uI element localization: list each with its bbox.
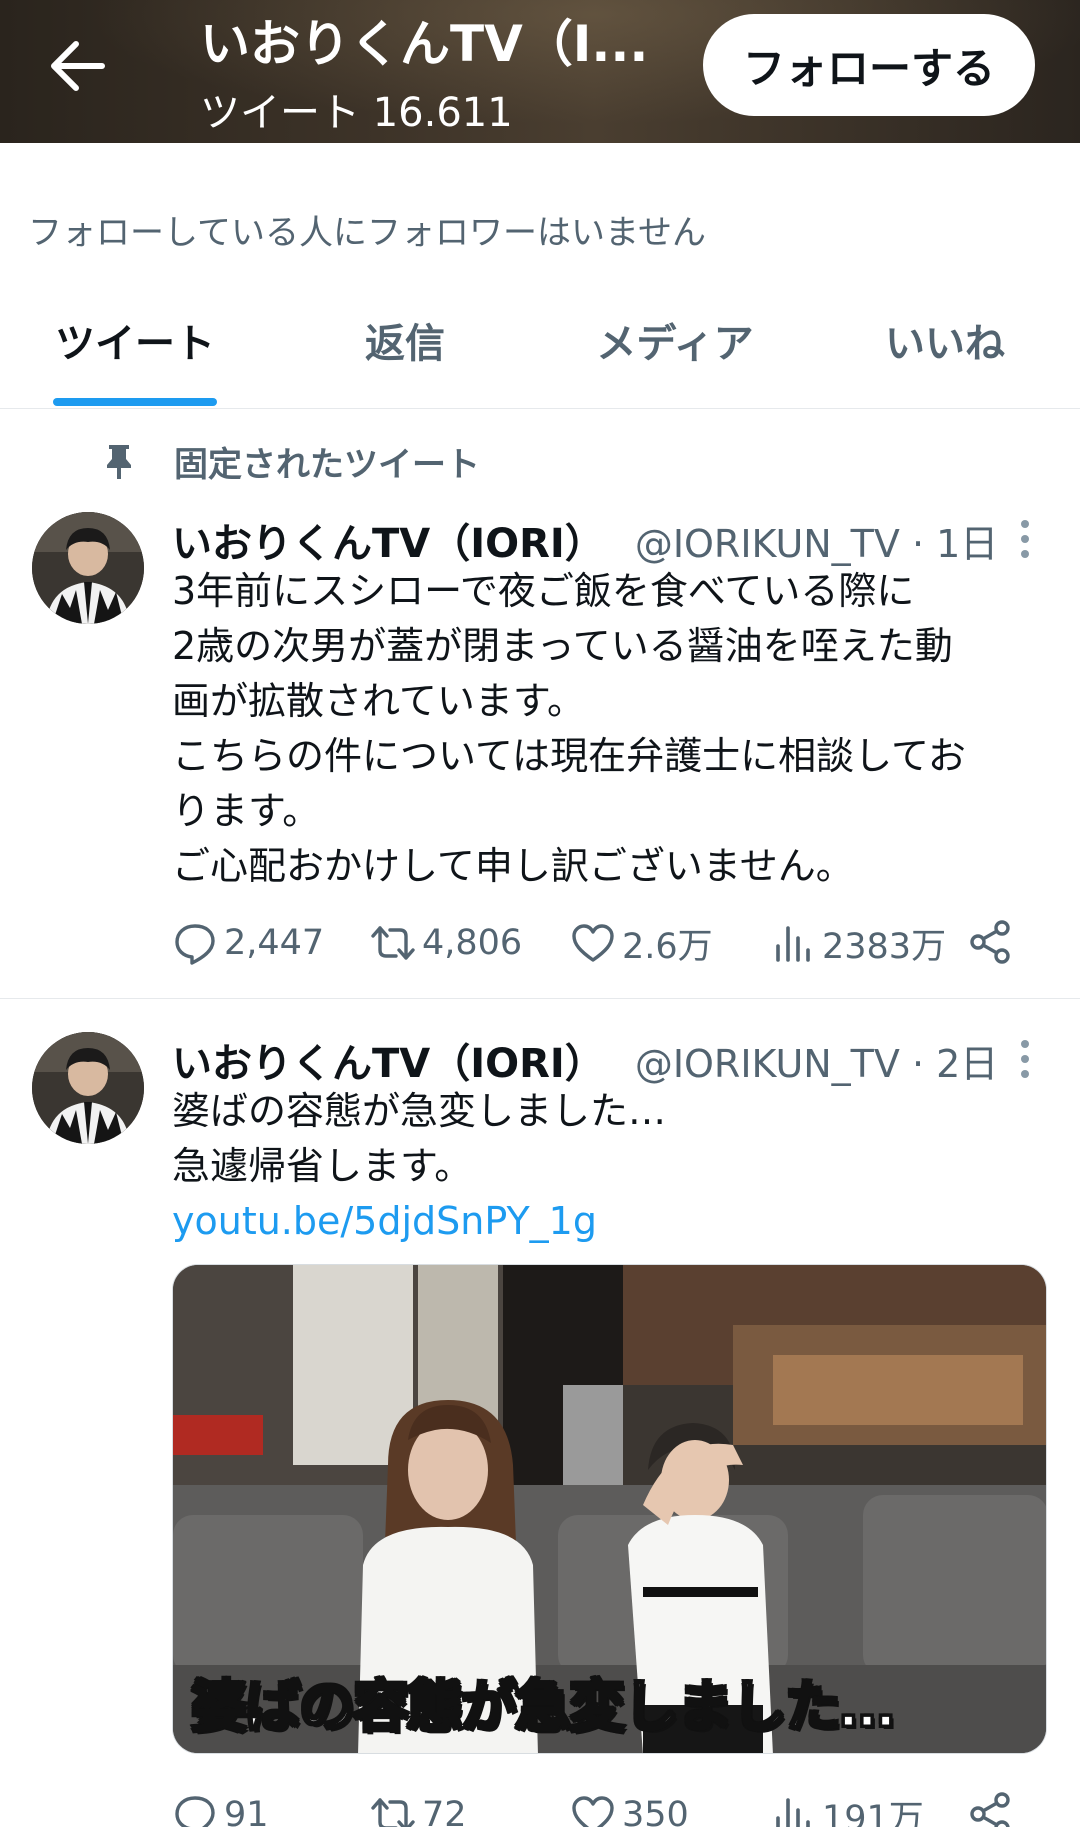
video-thumbnail[interactable]: 婆ばの容態が急変しました…: [172, 1264, 1047, 1754]
like-count: 2.6万: [622, 926, 713, 967]
pin-icon: [107, 445, 131, 479]
reply-icon: [175, 1796, 215, 1827]
author-name[interactable]: いおりくんTV（IORI）: [172, 1031, 605, 1089]
profile-title: いおりくんTV（I...: [200, 15, 649, 73]
video-caption: 婆ばの容態が急変しました…: [190, 1674, 897, 1742]
tweet-line: ります。: [172, 789, 321, 833]
retweet-count: 72: [422, 1795, 467, 1827]
tab-media[interactable]: メディア: [540, 312, 810, 408]
tweet-count: ツイート 16.611: [200, 90, 513, 136]
author-handle-time: @IORIKUN_TV · 2日: [634, 1041, 999, 1086]
views-icon: [776, 1798, 810, 1827]
share-icon: [970, 920, 1010, 964]
retweet-icon: [371, 926, 415, 960]
tweet-line: 3年前にスシローで夜ご飯を食べている際に: [172, 569, 915, 613]
retweet-count: 4,806: [422, 923, 523, 963]
share-icon: [970, 1792, 1010, 1827]
tweet-link[interactable]: youtu.be/5djdSnPY_1g: [172, 1194, 666, 1249]
divider: [0, 408, 1080, 409]
share-button[interactable]: [966, 918, 1014, 966]
like-count: 350: [622, 1795, 689, 1827]
divider: [0, 998, 1080, 999]
share-button[interactable]: [966, 1790, 1014, 1827]
tab-label: メディア: [596, 321, 754, 367]
tweet-line: 急遽帰省します。: [172, 1144, 473, 1188]
tweet-actions: 91 72 350 191万: [172, 1788, 1022, 1827]
more-vertical-icon: [1021, 520, 1029, 558]
author-name[interactable]: いおりくんTV（IORI）: [172, 511, 605, 569]
follow-button[interactable]: フォローする: [703, 14, 1035, 116]
reply-button[interactable]: 2,447: [172, 916, 324, 970]
views-button[interactable]: 2383万: [770, 916, 946, 970]
author-handle-time: @IORIKUN_TV · 1日: [634, 521, 999, 566]
tweet-text: 婆ばの容態が急変しました… 急遽帰省します。 youtu.be/5djdSnPY…: [172, 1084, 666, 1249]
profile-header: いおりくんTV（I... ツイート 16.611 フォローする: [0, 0, 1080, 143]
heart-icon: [572, 924, 614, 962]
tweet-actions: 2,447 4,806 2.6万 2383万: [172, 916, 1022, 970]
tab-label: 返信: [365, 321, 445, 367]
more-options-button[interactable]: [1010, 1034, 1040, 1084]
more-options-button[interactable]: [1010, 514, 1040, 564]
reply-count: 2,447: [224, 923, 325, 963]
views-icon: [776, 926, 810, 962]
view-count: 191万: [822, 1798, 924, 1827]
tweet-line: ご心配おかけして申し訳ございません。: [172, 844, 854, 888]
tweet-header: いおりくんTV（IORI） @IORIKUN_TV · 1日: [172, 510, 998, 570]
tweet[interactable]: いおりくんTV（IORI） @IORIKUN_TV · 1日 3年前にスシローで…: [0, 510, 1080, 1000]
tweet-line: 婆ばの容態が急変しました…: [172, 1089, 667, 1133]
reply-count: 91: [224, 1795, 269, 1827]
heart-icon: [572, 1796, 614, 1827]
tweet-line: 2歳の次男が蓋が閉まっている醤油を咥えた動: [172, 624, 953, 668]
reply-button[interactable]: 91: [172, 1788, 269, 1827]
pinned-tweet-label: 固定されたツイート: [100, 436, 480, 486]
tab-replies[interactable]: 返信: [270, 312, 540, 408]
followers-you-know-note[interactable]: フォローしている人にフォロワーはいません: [28, 205, 706, 254]
retweet-button[interactable]: 4,806: [370, 916, 522, 970]
profile-tabs: ツイート 返信 メディア いいね: [0, 312, 1080, 408]
tab-label: いいね: [885, 321, 1005, 367]
views-button[interactable]: 191万: [770, 1788, 924, 1827]
avatar[interactable]: [32, 1032, 144, 1144]
tweet-line: こちらの件については現在弁護士に相談してお: [172, 734, 966, 778]
tab-likes[interactable]: いいね: [810, 312, 1080, 408]
like-button[interactable]: 350: [570, 1788, 689, 1827]
arrow-left-icon: [51, 41, 105, 91]
pinned-label-text: 固定されたツイート: [174, 444, 480, 485]
view-count: 2383万: [822, 926, 947, 967]
tab-label: ツイート: [55, 321, 215, 367]
tweet-text: 3年前にスシローで夜ご飯を食べている際に 2歳の次男が蓋が閉まっている醤油を咥え…: [172, 564, 966, 894]
like-button[interactable]: 2.6万: [570, 916, 713, 970]
more-vertical-icon: [1021, 1040, 1029, 1078]
retweet-icon: [371, 1798, 415, 1827]
retweet-button[interactable]: 72: [370, 1788, 467, 1827]
avatar[interactable]: [32, 512, 144, 624]
tweet-line: 画が拡散されています。: [172, 679, 586, 723]
tweet-header: いおりくんTV（IORI） @IORIKUN_TV · 2日: [172, 1030, 998, 1090]
active-tab-indicator: [53, 398, 217, 406]
back-button[interactable]: [40, 36, 116, 96]
reply-icon: [175, 924, 215, 965]
tab-tweets[interactable]: ツイート: [0, 312, 270, 408]
